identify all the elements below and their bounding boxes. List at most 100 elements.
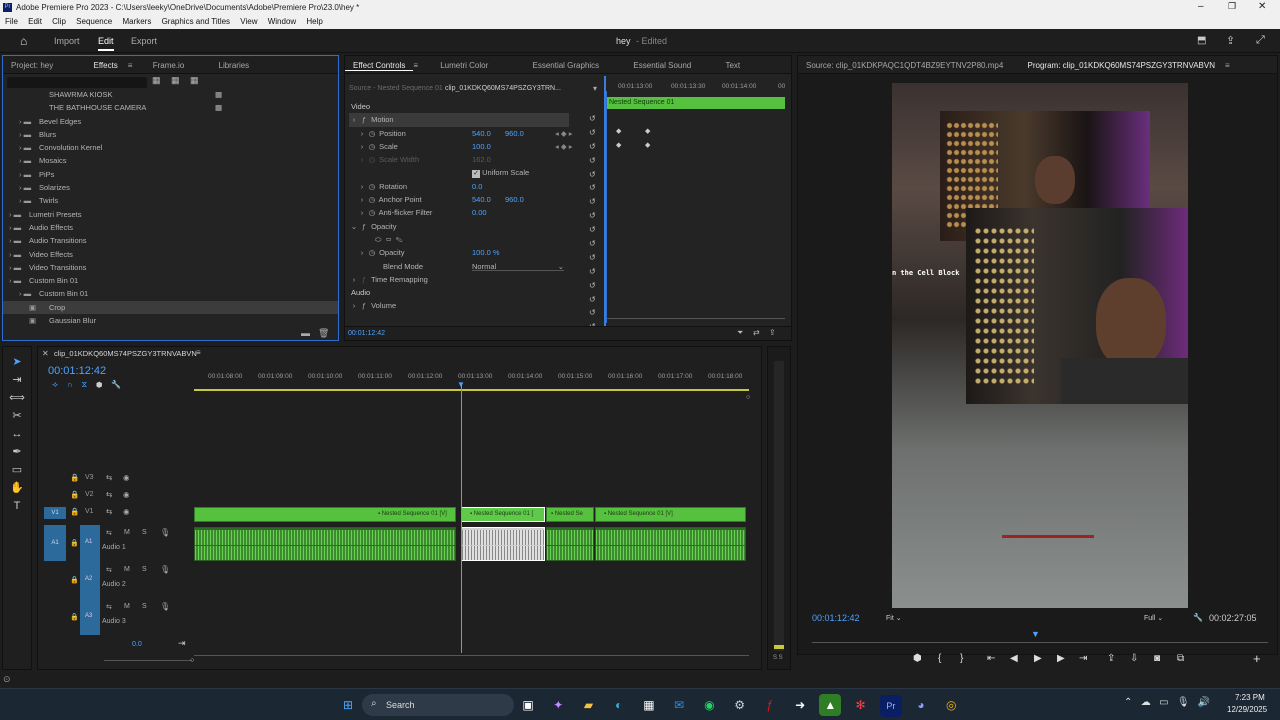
track-select-icon[interactable]: ⇥	[3, 371, 31, 389]
close-sequence-icon[interactable]: ✕	[42, 349, 49, 358]
reset-icon[interactable]: ↺	[589, 295, 601, 309]
ec-anchor-row[interactable]: › ◷ Anchor Point 540.0 960.0	[345, 193, 603, 206]
timeline-ruler[interactable]: 00:01:08:00 00:01:09:00 00:01:10:00 00:01:1…	[194, 369, 754, 389]
reset-icon[interactable]: ↺	[589, 239, 601, 253]
ec-scale-row[interactable]: › ◷ Scale 100.0 ◂ ◆ ▸	[345, 140, 603, 153]
pen-mask-icon[interactable]: ✎	[396, 235, 403, 244]
effects-tree-item[interactable]: SHAWRMA KIOSK ▦	[3, 88, 338, 101]
home-icon[interactable]: ⌂	[20, 34, 27, 48]
audio-clip-selected[interactable]	[461, 527, 545, 561]
panel-menu-icon[interactable]: ≡	[126, 56, 141, 70]
ec-motion-row[interactable]: › ƒ Motion	[349, 113, 569, 127]
solo-button[interactable]: S	[142, 566, 147, 573]
slip-tool-icon[interactable]: ↔	[3, 425, 31, 443]
reset-icon[interactable]: ↺	[589, 114, 601, 128]
lock-icon[interactable]: 🔒	[70, 613, 79, 621]
keyframe-nav-icon[interactable]: ◂ ◆ ▸	[555, 127, 572, 140]
add-marker-icon[interactable]: ⬢	[96, 380, 102, 389]
menu-window[interactable]: Window	[268, 17, 296, 26]
wrench-icon[interactable]: 🔧	[1193, 613, 1203, 622]
store-icon[interactable]: ▦	[638, 694, 660, 716]
audio-clip[interactable]	[546, 527, 594, 561]
reset-icon[interactable]: ↺	[589, 142, 601, 156]
tray-chevron-icon[interactable]: ⌃	[1124, 697, 1132, 708]
sync-lock-icon[interactable]: ⇆	[106, 566, 112, 574]
tab-program[interactable]: Program: clip_01KDKQ60MS74PSZGY3TRNVABVN	[1014, 56, 1223, 70]
tiktok-icon[interactable]: ƒ	[759, 694, 781, 716]
sequence-tab[interactable]: clip_01KDKQ60MS74PSZGY3TRNVABVN	[54, 349, 197, 358]
tab-libraries[interactable]: Libraries	[195, 56, 258, 70]
lock-icon[interactable]: 🔒	[70, 505, 79, 518]
task-view-icon[interactable]: ▣	[517, 694, 539, 716]
stopwatch-icon[interactable]: ◷	[367, 180, 377, 193]
effects-tree-item[interactable]: ▣ Gaussian Blur	[3, 314, 338, 327]
mute-button[interactable]: M	[124, 603, 130, 610]
reset-icon[interactable]: ↺	[589, 128, 601, 142]
app-green-icon[interactable]: ▲	[819, 694, 842, 716]
audio-clip[interactable]	[595, 527, 746, 561]
tab-lumetri[interactable]: Lumetri Color	[428, 56, 496, 70]
taskbar-search[interactable]: ⌕ Search	[362, 694, 514, 716]
close-button[interactable]: ✕	[1258, 1, 1266, 12]
ripple-edit-icon[interactable]: ⟺	[3, 389, 31, 407]
nest-icon[interactable]: ⟢	[52, 380, 58, 389]
ellipse-mask-icon[interactable]: ⬭	[375, 235, 381, 244]
menu-edit[interactable]: Edit	[28, 17, 42, 26]
file-explorer-icon[interactable]: ▰	[577, 694, 599, 716]
stopwatch-icon[interactable]: ◷	[367, 127, 377, 140]
work-area-bar[interactable]	[194, 389, 749, 391]
playhead-handle-icon[interactable]: ▼	[457, 380, 465, 389]
tab-source[interactable]: Source: clip_01KDKPAQC1QDT4BZ9EYTNV2P80.…	[798, 56, 1011, 70]
rectangle-tool-icon[interactable]: ▭	[3, 461, 31, 479]
cloud-icon[interactable]: ☁	[1141, 697, 1151, 708]
effects-tree-item[interactable]: › ▬ Custom Bin 01	[3, 287, 338, 300]
effects-tree-item[interactable]: ▣ Crop	[3, 300, 338, 315]
steam-icon[interactable]: ⚙	[729, 694, 751, 716]
antiflicker-value[interactable]: 0.00	[472, 206, 487, 219]
settings-app-icon[interactable]: ✻	[850, 694, 872, 716]
reset-icon[interactable]: ↺	[589, 281, 601, 295]
lock-icon[interactable]: 🔒	[70, 539, 79, 547]
ec-rotation-row[interactable]: › ◷ Rotation 0.0	[345, 180, 603, 193]
ec-clip[interactable]: clip_01KDKQ60MS74PSZGY3TRN...	[445, 85, 561, 92]
sequence-menu-icon[interactable]: ≡	[196, 348, 201, 357]
effects-tree-item[interactable]: › ▬ Audio Effects	[3, 221, 338, 234]
extract-icon[interactable]: ⇩	[1130, 653, 1138, 664]
effects-tree-item[interactable]: › ▬ Bevel Edges	[3, 115, 338, 128]
video-track-header[interactable]: 🔒 V3 ⇆ ◉	[38, 471, 194, 488]
mic-icon[interactable]: 🎙	[160, 602, 170, 611]
play-audio-icon[interactable]: ⇄	[753, 328, 760, 337]
ec-ruler[interactable]: 00:01:13:00 00:01:13:30 00:01:14:00 00	[606, 78, 790, 92]
keyframe-diamond[interactable]: ◆	[616, 141, 621, 149]
tab-essential-sound[interactable]: Essential Sound	[609, 56, 699, 70]
reset-icon[interactable]: ↺	[589, 253, 601, 267]
solo-button[interactable]: S	[142, 603, 147, 610]
step-forward-icon[interactable]: ▶	[1057, 653, 1065, 664]
ec-antiflicker-row[interactable]: › ◷ Anti-flicker Filter 0.00	[345, 206, 603, 219]
sync-lock-icon[interactable]: ⇆	[106, 603, 112, 611]
ec-clip-dropdown-icon[interactable]: ▾	[593, 84, 597, 93]
clock-date[interactable]: 12/29/2025	[1227, 705, 1267, 714]
sync-lock-icon[interactable]: ⇆	[106, 471, 112, 484]
scroll-handle-icon[interactable]: ○	[746, 394, 750, 401]
ec-menu-icon[interactable]: ≡	[413, 56, 426, 70]
tab-essential-graphics[interactable]: Essential Graphics	[498, 56, 607, 70]
compare-icon[interactable]: ⧉	[1177, 653, 1184, 664]
zoom-handle-icon[interactable]: ○	[190, 657, 194, 664]
eye-icon[interactable]: ◉	[123, 471, 130, 484]
menu-help[interactable]: Help	[306, 17, 322, 26]
ec-zoom-bar[interactable]	[607, 318, 785, 319]
lock-icon[interactable]: 🔒	[70, 471, 79, 484]
ec-position-row[interactable]: › ◷ Position 540.0 960.0 ◂ ◆ ▸	[345, 127, 603, 140]
tab-frameio[interactable]: Frame.io	[143, 56, 193, 70]
position-x-value[interactable]: 540.0	[472, 127, 491, 140]
razor-icon[interactable]: ✂	[3, 407, 31, 425]
mic-icon[interactable]: 🎙	[160, 565, 170, 574]
ec-volume-row[interactable]: › ƒ Volume	[345, 299, 603, 312]
spotify-icon[interactable]: ◉	[698, 694, 720, 716]
program-video-frame[interactable]: n the Cell Block	[892, 83, 1188, 608]
blend-mode-select[interactable]: Normal ⌄	[472, 260, 564, 271]
clip-v1-selected[interactable]: ▪ Nested Sequence 01 [	[461, 507, 545, 522]
reset-icon[interactable]: ↺	[589, 308, 601, 322]
mark-in-icon[interactable]: {	[938, 653, 941, 664]
